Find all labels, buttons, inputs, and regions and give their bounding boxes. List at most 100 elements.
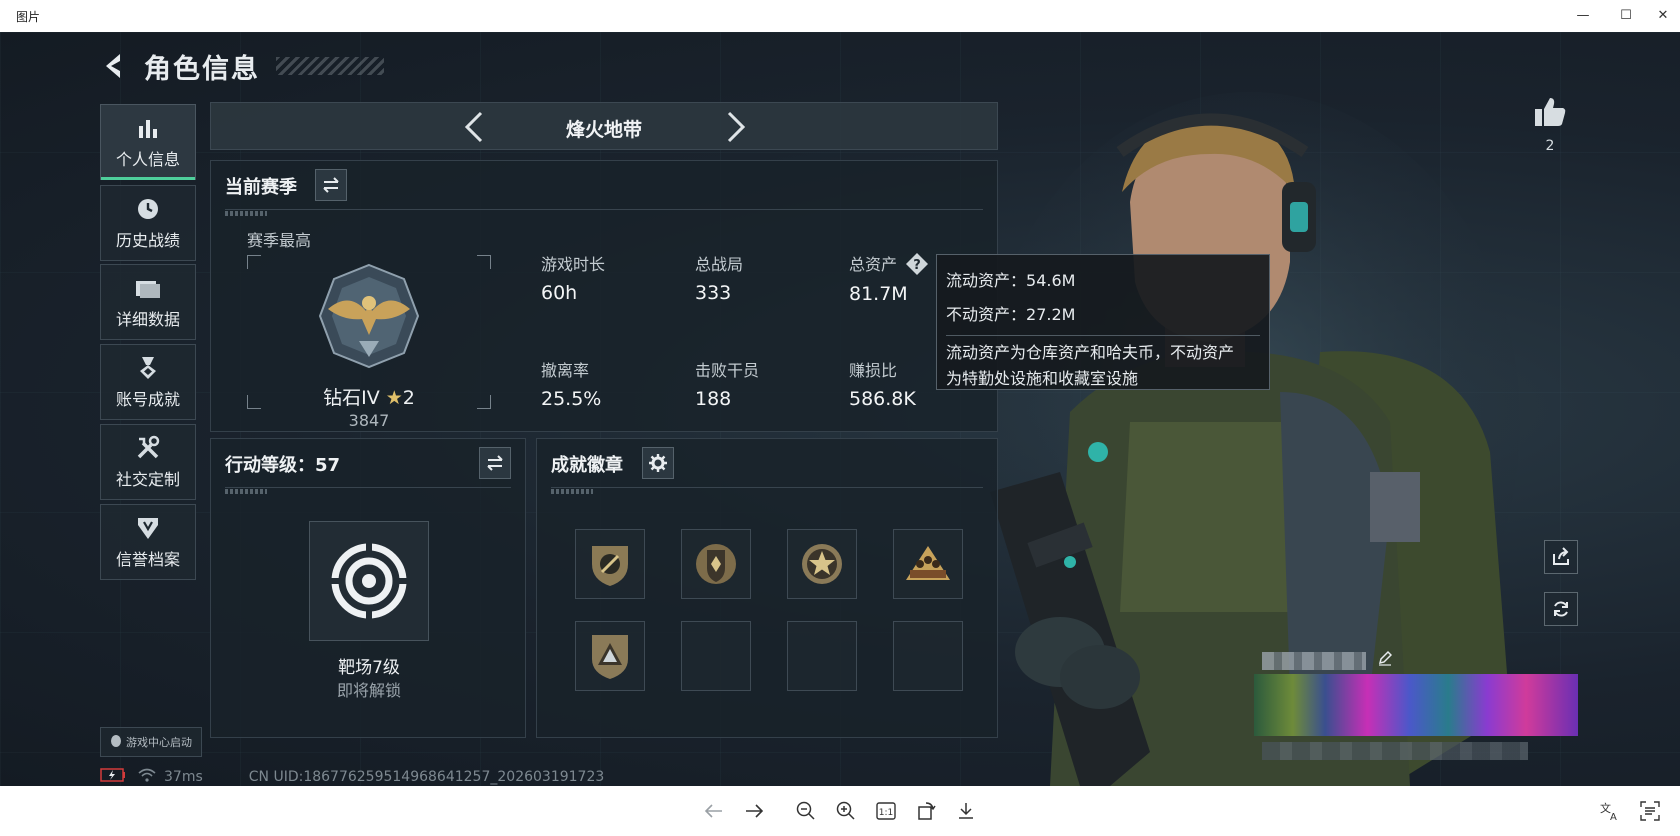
window-title: 图片	[16, 10, 41, 24]
next-image-arrow-icon[interactable]	[740, 798, 768, 824]
share-icon	[1553, 547, 1569, 565]
switch-action-level-button[interactable]	[479, 447, 511, 479]
shield-tool-badge-icon	[592, 546, 628, 586]
sidebar-item-social-custom[interactable]: 社交定制	[100, 424, 196, 500]
panel-tick-decoration	[225, 489, 267, 494]
game-center-launch-chip[interactable]: 游戏中心启动	[100, 727, 202, 757]
range-level-name: 靶场7级	[338, 658, 400, 678]
stat-label: 撤离率	[541, 361, 590, 380]
season-panel: 当前赛季 赛季最高 钻石IV ★2 3847 游戏时长 60h 总战局 333 …	[210, 160, 998, 432]
sidebar-item-label: 账号成就	[115, 390, 180, 409]
image-viewport: 角色信息 个人信息 历史战绩 详细数据 账号成就 社交定制 信誉档案 游戏中心启…	[0, 32, 1680, 786]
tooltip-fixed-row: 不动资产：27.2M	[946, 301, 1075, 325]
text-recognition-icon[interactable]	[1636, 798, 1664, 824]
badge-slot-empty[interactable]	[787, 621, 857, 691]
uid-text: CN UID:18677625951496864​1257_2026031917…	[248, 769, 605, 785]
range-unlock-tile[interactable]	[309, 521, 429, 641]
tooltip-divider	[946, 335, 1260, 336]
rank-score: 3847	[348, 411, 390, 430]
ping-value: 37ms	[164, 769, 203, 785]
stat-label: 总资产	[849, 255, 898, 274]
shield-badge-icon	[133, 514, 163, 542]
badge-slot-empty[interactable]	[681, 621, 751, 691]
download-icon[interactable]	[952, 798, 980, 824]
folder-icon	[133, 274, 163, 302]
gear-icon	[649, 454, 667, 472]
sidebar-item-detailed-data[interactable]: 详细数据	[100, 264, 196, 340]
rotate-icon[interactable]	[912, 798, 940, 824]
badge-slot[interactable]	[787, 529, 857, 599]
svg-text:A: A	[1610, 812, 1617, 821]
help-question-icon[interactable]: ?	[905, 252, 929, 280]
emblem-badge-icon	[696, 544, 736, 584]
sidebar-item-personal-info[interactable]: 个人信息	[100, 104, 196, 180]
action-level-title: 行动等级：57	[225, 455, 341, 476]
tooltip-description-line-1: 流动资产为仓库资产和哈夫币，不动资产	[946, 343, 1235, 362]
translate-icon[interactable]: 文A	[1596, 798, 1624, 824]
share-button[interactable]	[1544, 540, 1578, 574]
minimize-icon[interactable]: —	[1568, 4, 1598, 26]
viewer-toolbar: 1:1 文A	[0, 786, 1680, 836]
previous-image-arrow-icon[interactable]	[700, 798, 728, 824]
back-arrow-icon[interactable]	[100, 51, 130, 81]
zoom-out-icon[interactable]	[792, 798, 820, 824]
sidebar-item-label: 个人信息	[115, 150, 180, 169]
player-name-redacted	[1262, 652, 1366, 670]
sidebar-item-label: 信誉档案	[115, 550, 180, 569]
switch-season-button[interactable]	[315, 169, 347, 201]
triangle-shield-badge-icon	[592, 635, 628, 679]
panel-tick-decoration	[551, 489, 593, 494]
stat-operators-defeated: 击败干员 188	[695, 357, 759, 410]
badge-slot[interactable]	[681, 529, 751, 599]
badge-slot[interactable]	[893, 529, 963, 599]
sidebar-item-label: 社交定制	[115, 470, 180, 489]
achievement-settings-button[interactable]	[642, 447, 674, 479]
assets-tooltip: 流动资产：54.6M 不动资产：27.2M 流动资产为仓库资产和哈夫币，不动资产…	[936, 254, 1270, 390]
maximize-icon[interactable]: ☐	[1611, 4, 1641, 26]
star-medal-badge-icon	[802, 544, 842, 584]
sidebar-item-achievements[interactable]: 账号成就	[100, 344, 196, 420]
refresh-button[interactable]	[1544, 592, 1578, 626]
panel-divider	[551, 487, 983, 488]
stat-profit-loss: 赚损比 586.8K	[849, 357, 916, 410]
achievement-title: 成就徽章	[551, 455, 623, 476]
zoom-in-icon[interactable]	[832, 798, 860, 824]
panel-divider	[225, 487, 511, 488]
stat-value: 81.7M	[849, 282, 908, 305]
actual-size-icon[interactable]: 1:1	[872, 798, 900, 824]
edit-pencil-icon[interactable]	[1378, 650, 1392, 666]
stat-extraction-rate: 撤离率 25.5%	[541, 357, 601, 410]
mode-name: 烽火地带	[565, 119, 642, 141]
swap-arrows-icon	[487, 455, 503, 471]
stat-total-assets: 总资产 ? 81.7M	[849, 251, 929, 305]
svg-text:?: ?	[913, 258, 921, 273]
wifi-icon	[138, 768, 156, 786]
stat-play-time: 游戏时长 60h	[541, 251, 605, 304]
sidebar-item-history[interactable]: 历史战绩	[100, 185, 196, 261]
next-mode-chevron-icon[interactable]	[717, 109, 753, 145]
panel-divider	[225, 209, 983, 210]
stat-value: 60h	[541, 282, 578, 304]
squad-badge-icon	[906, 546, 950, 580]
stat-label-row: 总资产 ?	[849, 251, 929, 280]
badge-slot[interactable]	[575, 621, 645, 691]
status-row: 37ms CN UID:18677625951496864​1257_20260…	[100, 768, 605, 786]
player-card-banner-image	[1254, 674, 1578, 736]
tooltip-liquid-label: 流动资产：	[946, 271, 1027, 290]
clock-history-icon	[133, 195, 163, 223]
range-unlock-status: 即将解锁	[336, 681, 401, 700]
thumbs-up-icon[interactable]	[1533, 96, 1567, 128]
sidebar-item-reputation[interactable]: 信誉档案	[100, 504, 196, 580]
rank-stars: 2	[402, 387, 415, 409]
player-subtitle-redacted	[1262, 742, 1528, 760]
badge-slot[interactable]	[575, 529, 645, 599]
swap-arrows-icon	[323, 177, 339, 193]
tooltip-fixed-value: 27.2M	[1026, 305, 1076, 324]
badge-slot-empty[interactable]	[893, 621, 963, 691]
stat-value: 188	[695, 388, 732, 410]
stat-total-matches: 总战局 333	[695, 251, 743, 304]
close-icon[interactable]: ✕	[1648, 4, 1678, 26]
achievement-badges-panel: 成就徽章	[536, 438, 998, 738]
svg-text:1:1: 1:1	[879, 808, 893, 818]
rank-name: 钻石IV	[323, 387, 380, 409]
